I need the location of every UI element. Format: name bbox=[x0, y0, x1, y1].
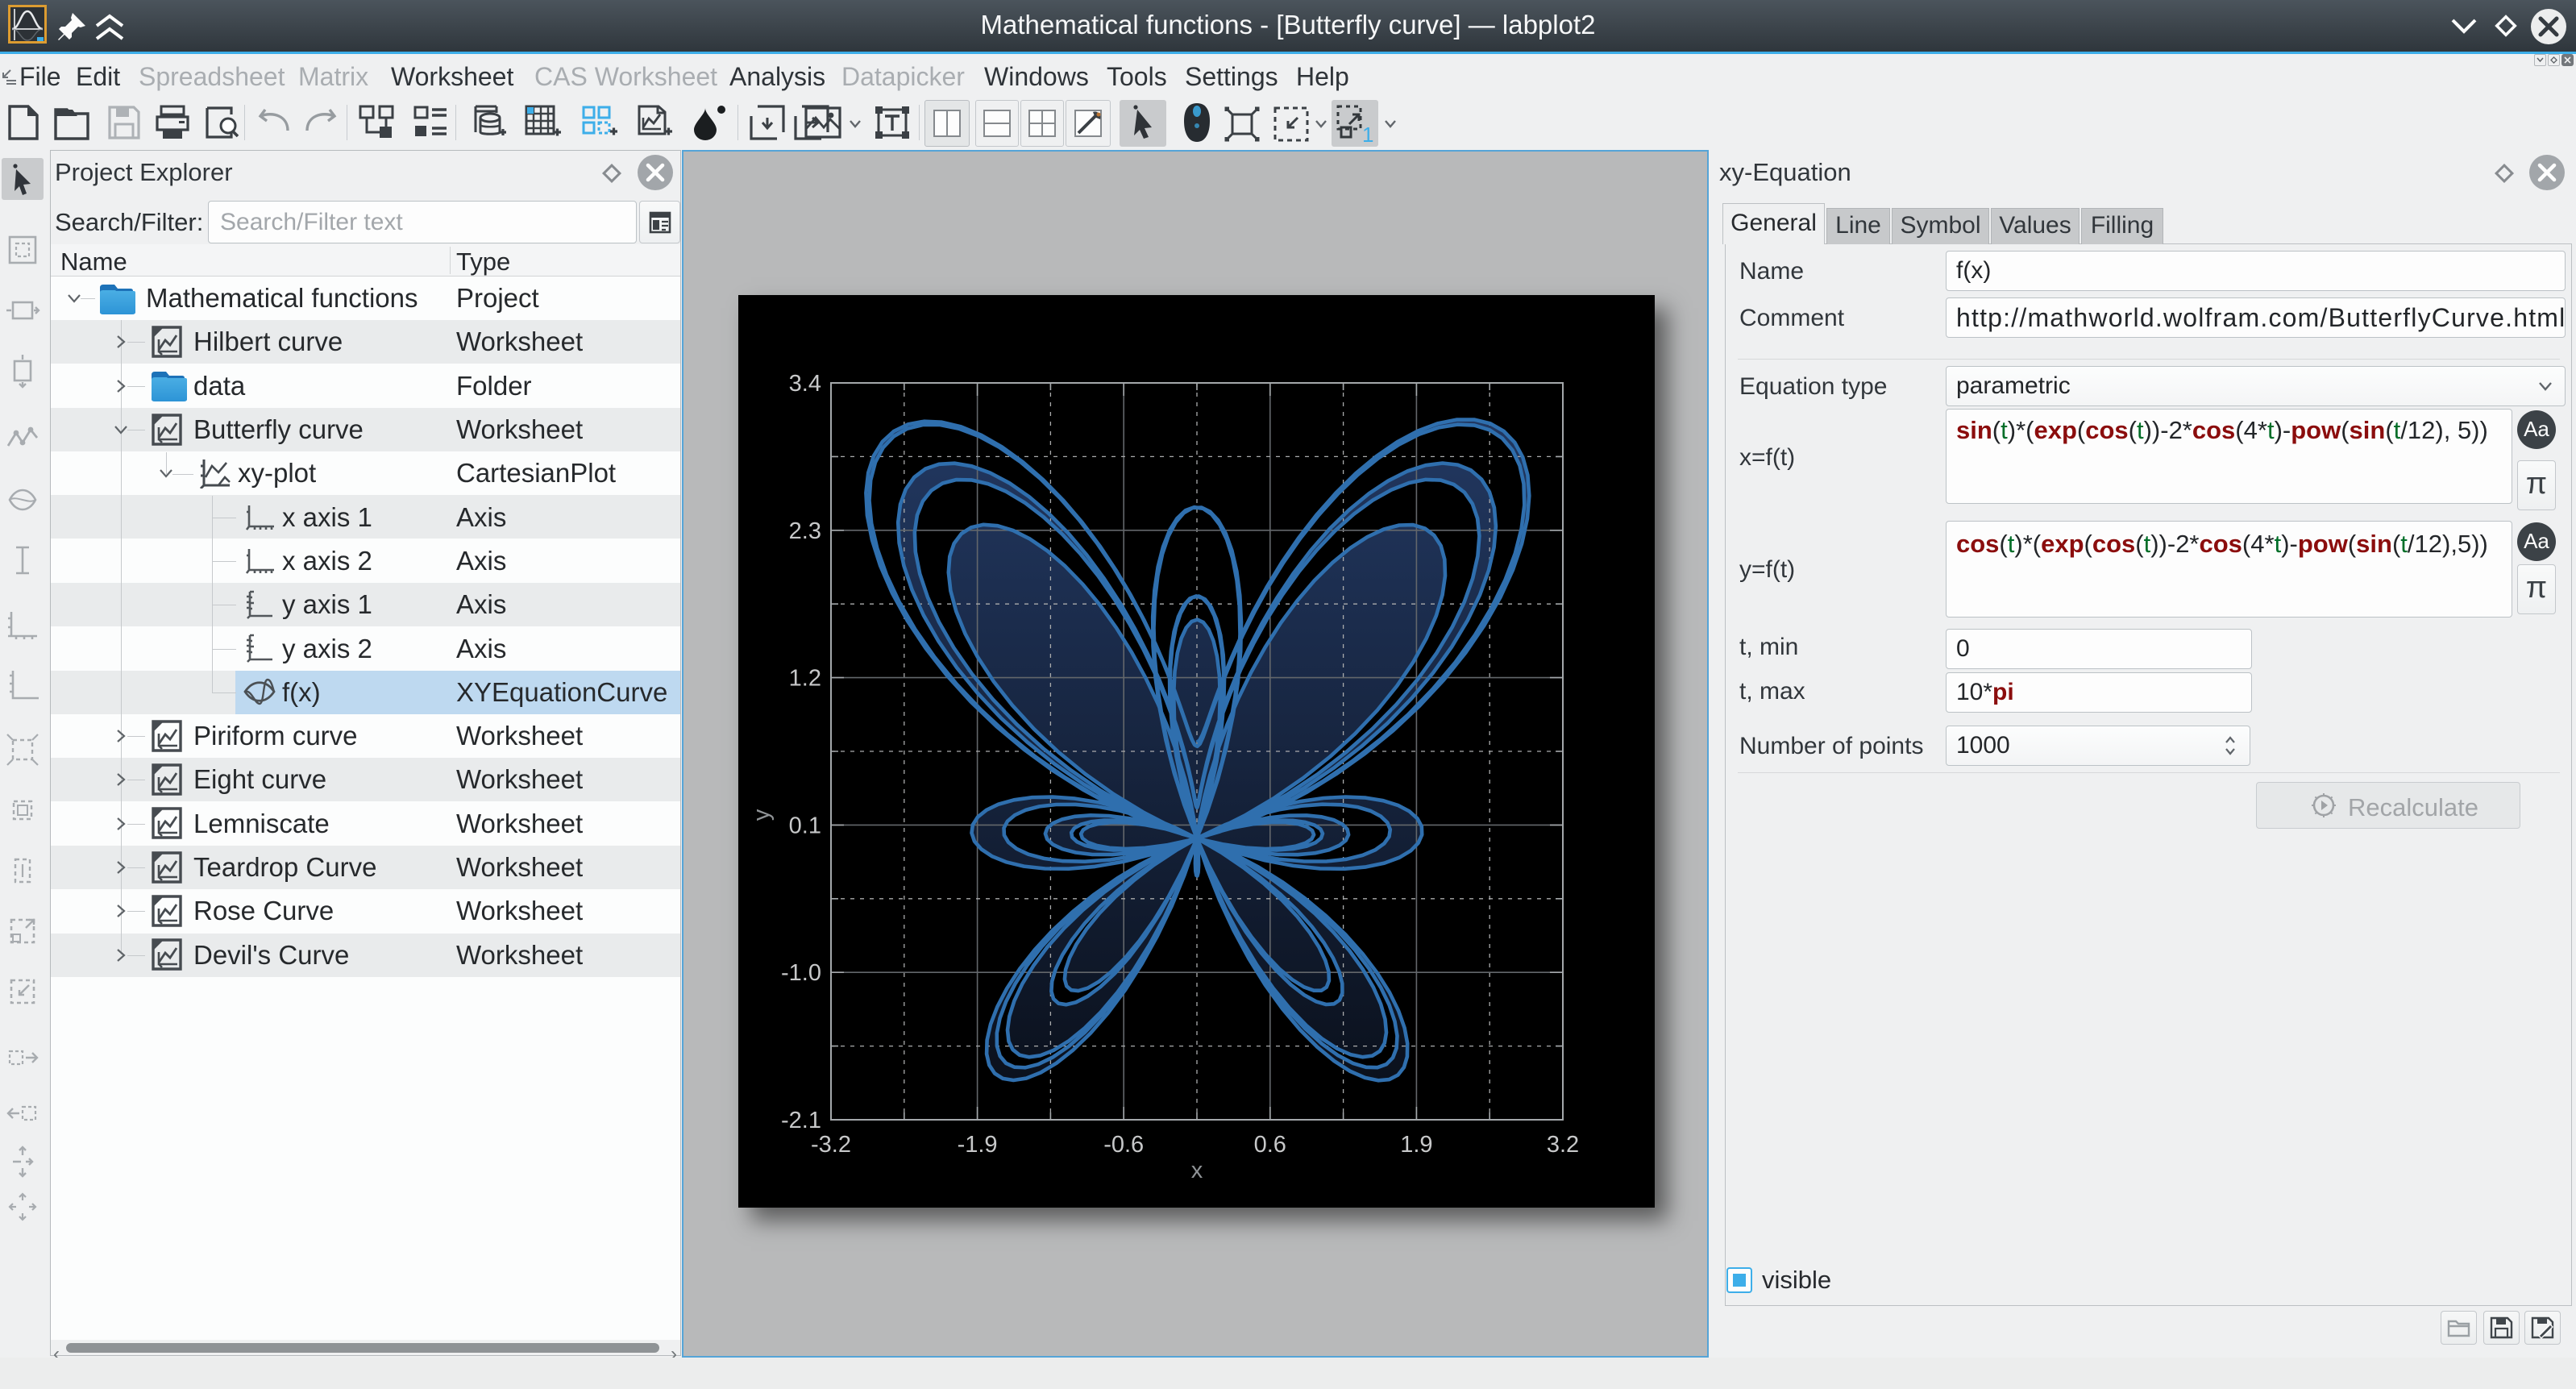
svg-text:3.4: 3.4 bbox=[789, 371, 821, 397]
svg-text:-0.6: -0.6 bbox=[1103, 1132, 1144, 1158]
svg-text:-1.9: -1.9 bbox=[958, 1132, 998, 1158]
svg-text:y: y bbox=[749, 809, 775, 821]
svg-text:0.1: 0.1 bbox=[789, 813, 821, 838]
svg-text:2.3: 2.3 bbox=[789, 518, 821, 544]
svg-text:-3.2: -3.2 bbox=[811, 1132, 851, 1158]
svg-text:0.6: 0.6 bbox=[1254, 1132, 1286, 1158]
svg-text:-1.0: -1.0 bbox=[781, 960, 821, 986]
svg-text:1.2: 1.2 bbox=[789, 666, 821, 692]
svg-text:1: 1 bbox=[1362, 123, 1373, 147]
svg-text:-2.1: -2.1 bbox=[781, 1108, 821, 1133]
svg-text:1.9: 1.9 bbox=[1400, 1132, 1432, 1158]
svg-text:x: x bbox=[1191, 1158, 1203, 1183]
svg-text:3.2: 3.2 bbox=[1547, 1132, 1579, 1158]
